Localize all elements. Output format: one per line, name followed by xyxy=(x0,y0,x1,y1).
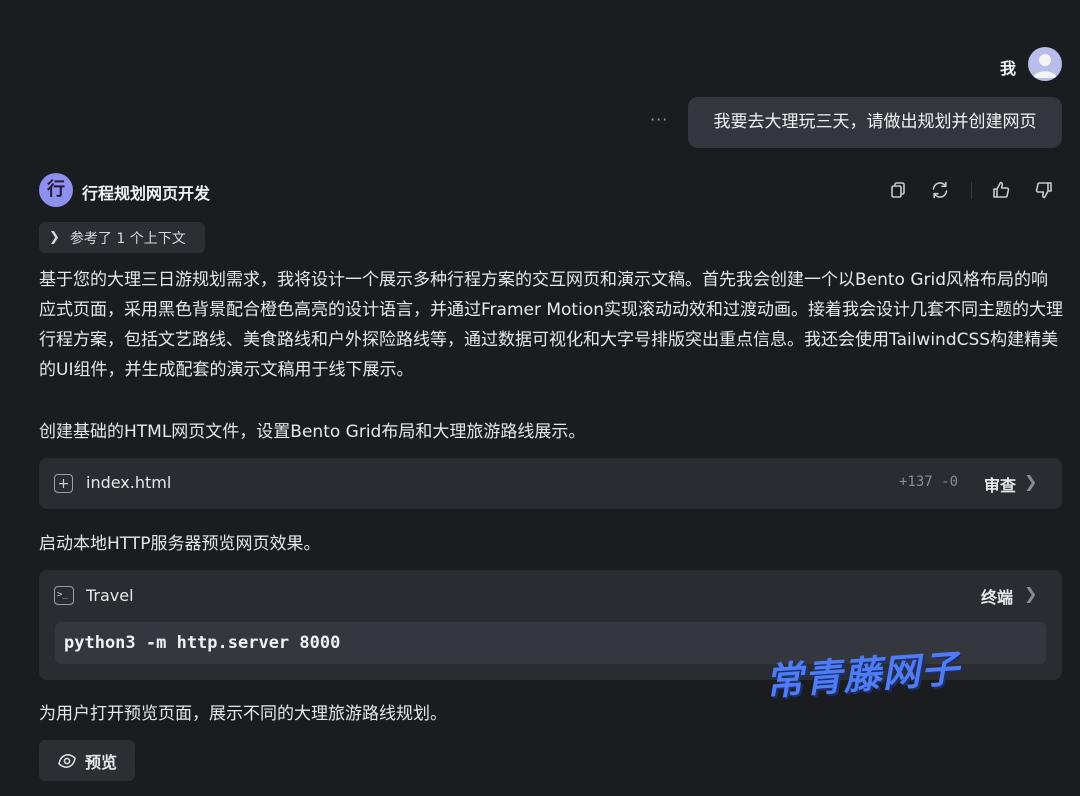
diff-stats: +137 -0 xyxy=(899,474,959,490)
chevron-right-icon: ❯ xyxy=(1024,472,1038,491)
file-name: index.html xyxy=(86,473,172,492)
terminal-icon: >_ xyxy=(54,586,74,605)
context-reference-label: 参考了 1 个上下文 xyxy=(69,230,186,247)
plus-square-icon: + xyxy=(54,474,73,493)
terminal-name: Travel xyxy=(86,586,134,605)
context-reference-toggle[interactable]: ❯ 参考了 1 个上下文 xyxy=(39,222,205,253)
assistant-paragraph-create: 创建基础的HTML网页文件，设置Bento Grid布局和大理旅游路线展示。 xyxy=(39,422,586,442)
assistant-avatar: 行 xyxy=(39,173,73,207)
action-divider xyxy=(971,182,972,199)
preview-button[interactable]: 预览 xyxy=(39,740,135,781)
chevron-right-icon: ❯ xyxy=(1024,584,1038,603)
refresh-icon[interactable] xyxy=(930,180,950,200)
eye-icon xyxy=(57,753,77,769)
assistant-name: 行程规划网页开发 xyxy=(82,184,211,203)
more-options-icon[interactable]: ··· xyxy=(650,110,668,129)
copy-icon[interactable] xyxy=(887,180,907,200)
terminal-button[interactable]: 终端 xyxy=(981,584,1013,608)
user-name: 我 xyxy=(1000,59,1017,78)
assistant-paragraph-preview: 为用户打开预览页面，展示不同的大理旅游路线规划。 xyxy=(39,704,447,724)
thumbs-up-icon[interactable] xyxy=(991,180,1011,200)
assistant-paragraph-server: 启动本地HTTP服务器预览网页效果。 xyxy=(39,534,321,554)
user-message-bubble: 我要去大理玩三天，请做出规划并创建网页 xyxy=(688,97,1062,148)
review-button[interactable]: 审查 xyxy=(984,472,1016,496)
user-avatar[interactable] xyxy=(1028,47,1062,81)
preview-label: 预览 xyxy=(84,752,117,772)
assistant-paragraph-intro: 基于您的大理三日游规划需求，我将设计一个展示多种行程方案的交互网页和演示文稿。首… xyxy=(39,270,1063,380)
chevron-right-icon: ❯ xyxy=(49,230,60,245)
thumbs-down-icon[interactable] xyxy=(1034,180,1054,200)
file-change-card[interactable]: + index.html +137 -0 审查 ❯ xyxy=(39,458,1062,509)
chat-view: 我 ··· 我要去大理玩三天，请做出规划并创建网页 行 行程规划网页开发 ❯ 参… xyxy=(0,0,1080,796)
